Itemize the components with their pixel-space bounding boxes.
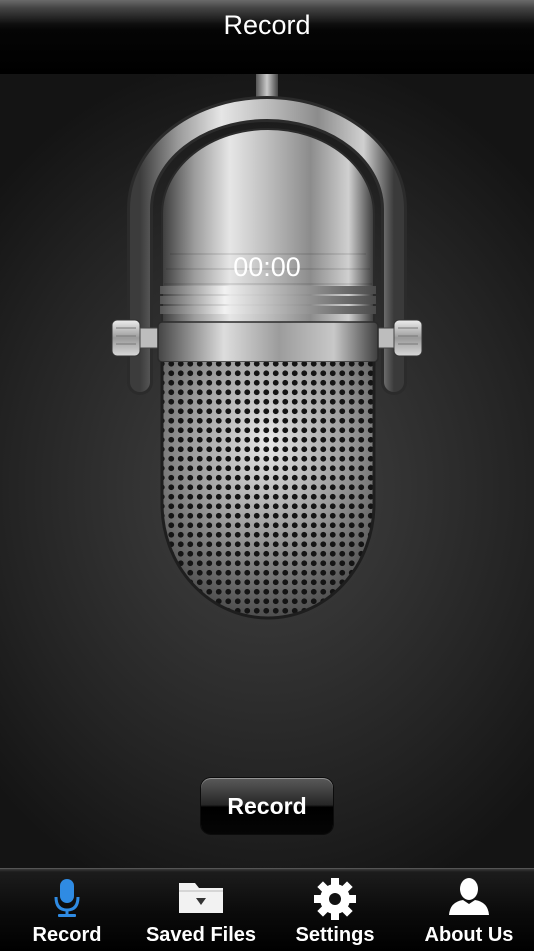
person-icon bbox=[402, 877, 534, 921]
page-title: Record bbox=[223, 10, 311, 40]
record-button[interactable]: Record bbox=[201, 778, 333, 834]
tab-label: About Us bbox=[424, 924, 514, 946]
tab-label: Saved Files bbox=[145, 924, 257, 946]
mic-grille bbox=[162, 362, 374, 618]
tab-label: Settings bbox=[295, 924, 375, 946]
tab-saved-files[interactable]: Saved Files bbox=[134, 869, 268, 951]
navigation-bar: Record bbox=[0, 0, 534, 74]
elapsed-time: 00:00 bbox=[233, 252, 301, 282]
gear-icon bbox=[268, 877, 402, 921]
tab-record[interactable]: Record bbox=[0, 869, 134, 951]
tab-settings[interactable]: Settings bbox=[268, 869, 402, 951]
mic-rings bbox=[160, 286, 376, 314]
mic-head-top bbox=[161, 128, 375, 325]
folder-icon bbox=[134, 877, 268, 921]
microphone-illustration bbox=[111, 74, 423, 620]
tab-label: Record bbox=[32, 924, 102, 946]
tab-bar: Record Saved Files Settings About Us bbox=[0, 868, 534, 950]
microphone-icon bbox=[0, 877, 134, 921]
tab-about-us[interactable]: About Us bbox=[402, 869, 534, 951]
mic-band bbox=[157, 321, 379, 363]
